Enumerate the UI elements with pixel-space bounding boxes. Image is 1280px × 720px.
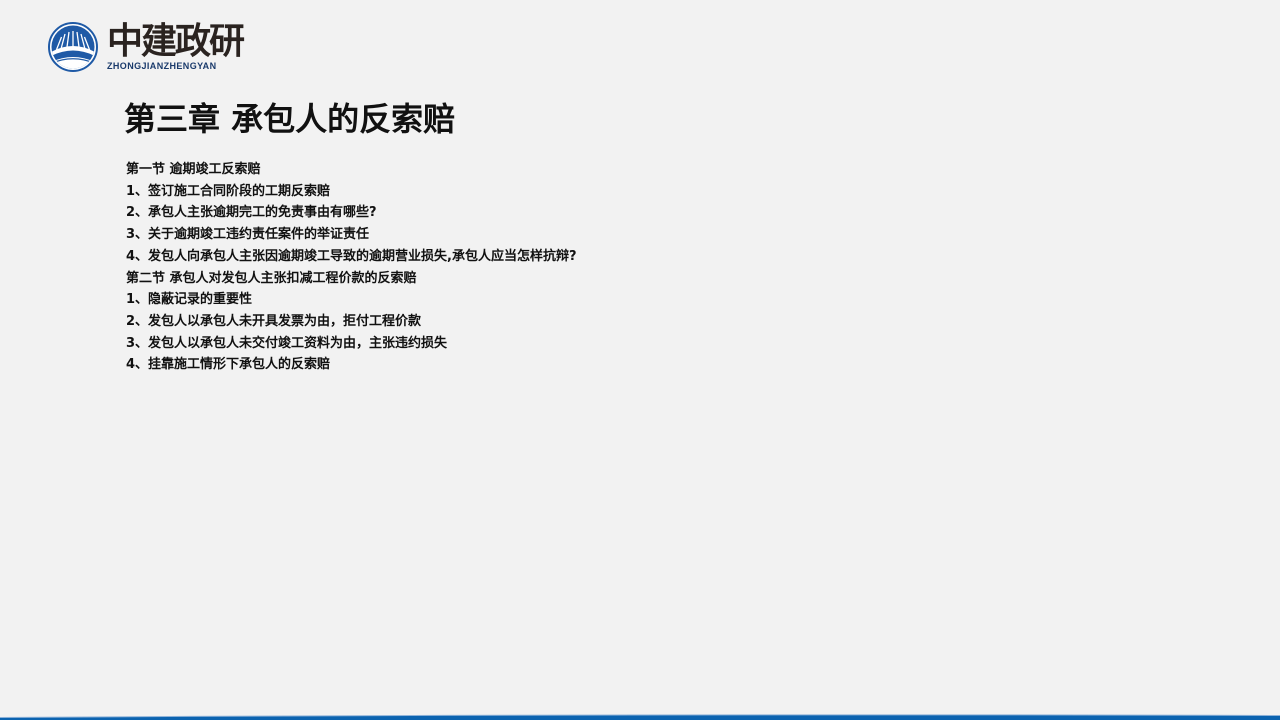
footer-wave-band xyxy=(0,714,1280,720)
table-of-contents: 第一节 逾期竣工反索赔 1、签订施工合同阶段的工期反索赔 2、承包人主张逾期完工… xyxy=(126,159,577,376)
toc-item: 4、发包人向承包人主张因逾期竣工导致的逾期营业损失,承包人应当怎样抗辩? xyxy=(126,248,577,264)
company-logo: 中建政研 ZHONGJIANZHENGYAN xyxy=(48,21,245,72)
logo-text: 中建政研 ZHONGJIANZHENGYAN xyxy=(107,21,245,71)
toc-item: 3、关于逾期竣工违约责任案件的举证责任 xyxy=(126,227,370,243)
toc-item: 1、签订施工合同阶段的工期反索赔 xyxy=(126,183,331,199)
page-title: 第三章 承包人的反索赔 xyxy=(124,100,456,138)
slide: 中建政研 ZHONGJIANZHENGYAN 第三章 承包人的反索赔 第一节 逾… xyxy=(0,0,1280,720)
logo-name-cn: 中建政研 xyxy=(107,21,245,62)
logo-name-en: ZHONGJIANZHENGYAN xyxy=(107,61,217,71)
toc-item: 1、隐蔽记录的重要性 xyxy=(126,292,253,308)
toc-item: 2、发包人以承包人未开具发票为由，拒付工程价款 xyxy=(126,313,422,329)
toc-section-1: 第一节 逾期竣工反索赔 xyxy=(126,162,261,177)
toc-section-2: 第二节 承包人对发包人主张扣减工程价款的反索赔 xyxy=(126,270,417,286)
toc-item: 2、承包人主张逾期完工的免责事由有哪些? xyxy=(126,205,377,221)
toc-item: 4、挂靠施工情形下承包人的反索赔 xyxy=(126,357,331,373)
logo-emblem-icon xyxy=(48,22,98,72)
toc-item: 3、发包人以承包人未交付竣工资料为由，主张违约损失 xyxy=(126,335,448,351)
